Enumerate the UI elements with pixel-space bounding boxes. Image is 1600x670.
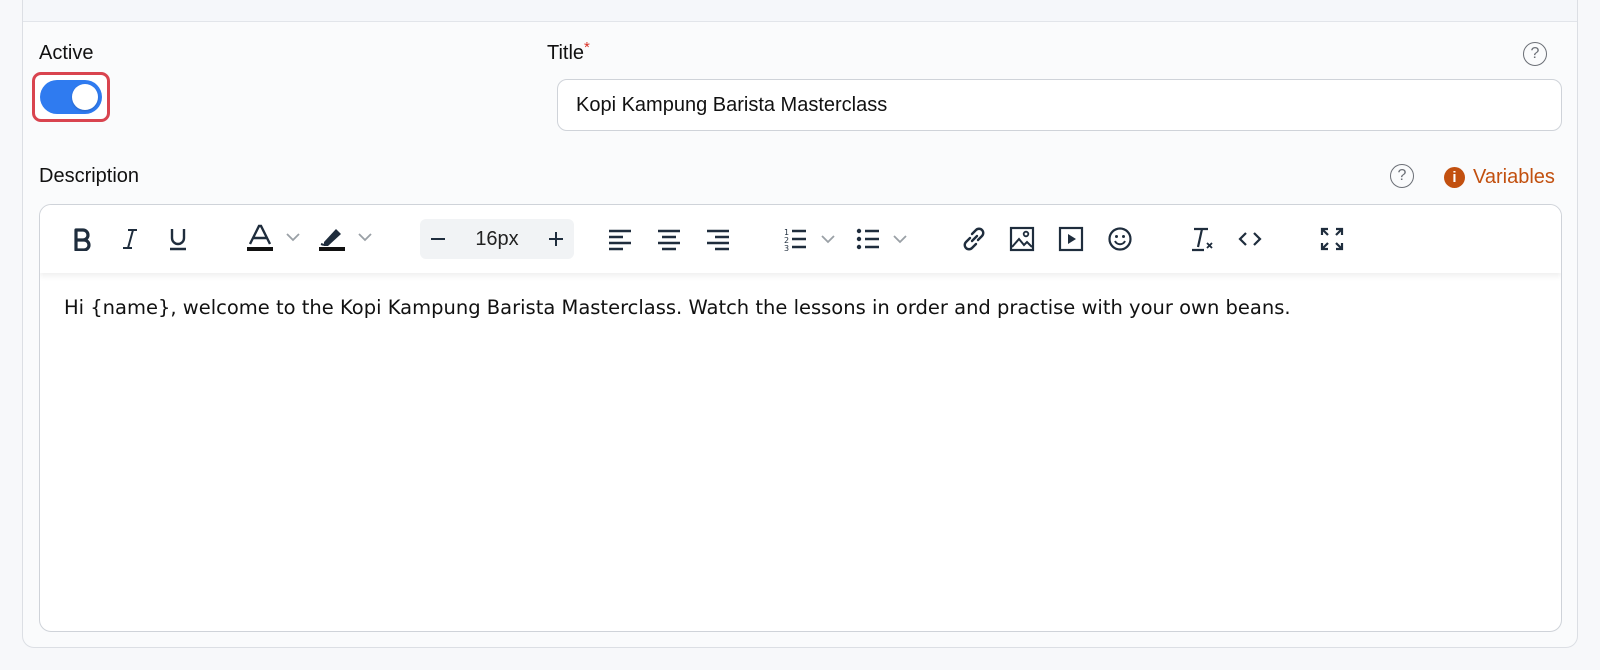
minus-icon (431, 238, 445, 240)
description-label: Description (39, 165, 140, 187)
font-size-value[interactable]: 16px (456, 228, 538, 251)
highlight-color-button[interactable] (312, 219, 378, 259)
description-help-icon[interactable]: ? (1390, 164, 1414, 188)
increase-font-size-button[interactable] (538, 219, 574, 259)
text-color-button[interactable] (240, 219, 306, 259)
link-icon (963, 227, 985, 251)
variables-button[interactable]: i Variables (1444, 166, 1555, 189)
svg-text:3: 3 (784, 244, 789, 252)
active-label: Active (39, 42, 94, 64)
active-toggle[interactable] (40, 80, 102, 114)
underline-icon (170, 229, 186, 251)
clear-format-button[interactable] (1184, 219, 1220, 259)
align-left-icon (609, 229, 631, 251)
toggle-knob (72, 84, 98, 110)
card-top-strip (23, 0, 1577, 22)
link-button[interactable] (956, 219, 992, 259)
video-button[interactable] (1053, 219, 1089, 259)
video-icon (1058, 226, 1084, 252)
align-left-button[interactable] (602, 219, 638, 259)
plus-icon (549, 232, 563, 246)
fullscreen-button[interactable] (1314, 219, 1350, 259)
variables-info-icon: i (1444, 167, 1465, 188)
variables-label: Variables (1473, 166, 1555, 188)
italic-button[interactable] (112, 219, 148, 259)
image-icon (1009, 226, 1035, 252)
active-toggle-highlight (32, 72, 110, 122)
bullet-list-icon (856, 228, 907, 250)
clear-format-icon (1192, 227, 1213, 252)
image-button[interactable] (1004, 219, 1040, 259)
highlighter-icon (319, 229, 372, 251)
title-input[interactable] (557, 79, 1562, 131)
title-label: Title* (547, 39, 590, 65)
title-help-icon[interactable]: ? (1523, 42, 1547, 66)
bullet-list-button[interactable] (854, 219, 914, 259)
title-label-text: Title (547, 42, 585, 64)
font-size-control: 16px (420, 219, 574, 259)
ordered-list-icon: 123 (784, 228, 835, 252)
text-color-icon (247, 224, 300, 251)
italic-icon (123, 229, 137, 249)
emoji-icon (1108, 227, 1132, 251)
fullscreen-icon (1320, 227, 1344, 251)
decrease-font-size-button[interactable] (420, 219, 456, 259)
required-mark: * (584, 39, 590, 56)
bold-icon (74, 228, 91, 251)
rich-text-editor: 16px 123 Hi {name}, welcome to the Kopi … (39, 204, 1562, 632)
ordered-list-button[interactable]: 123 (782, 219, 842, 259)
emoji-button[interactable] (1102, 219, 1138, 259)
align-right-icon (707, 229, 729, 251)
bold-button[interactable] (64, 219, 100, 259)
align-right-button[interactable] (700, 219, 736, 259)
editor-content[interactable]: Hi {name}, welcome to the Kopi Kampung B… (64, 293, 1534, 323)
underline-button[interactable] (160, 219, 196, 259)
code-view-button[interactable] (1232, 219, 1268, 259)
editor-toolbar: 16px 123 (40, 205, 1561, 273)
align-center-button[interactable] (651, 219, 687, 259)
align-center-icon (658, 229, 680, 251)
code-icon (1238, 232, 1262, 246)
